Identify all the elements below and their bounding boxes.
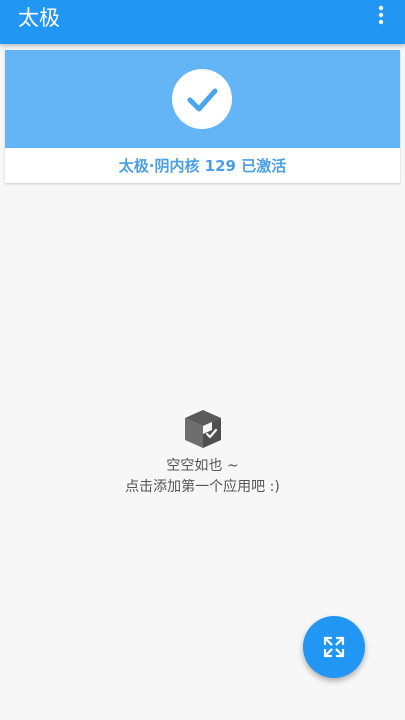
status-text: 太极·阴内核 129 已激活 <box>118 157 287 175</box>
empty-hint: 点击添加第一个应用吧 :) <box>125 479 280 495</box>
app-screen: 太极 太极·阴内核 129 已激活 空空如也 ~ 点击添加第一个应用吧:) <box>0 0 405 720</box>
empty-message: 空空如也 ~ <box>166 458 239 474</box>
expand-icon <box>323 636 345 658</box>
check-icon <box>172 69 232 129</box>
app-bar: 太极 <box>0 0 405 44</box>
status-card[interactable]: 太极·阴内核 129 已激活 <box>5 50 400 183</box>
add-app-button[interactable] <box>303 616 365 678</box>
box-icon <box>184 410 221 448</box>
status-banner <box>5 50 400 148</box>
app-title: 太极 <box>18 6 60 30</box>
more-vert-icon[interactable] <box>369 4 393 26</box>
empty-state: 空空如也 ~ 点击添加第一个应用吧 :) <box>0 404 405 498</box>
